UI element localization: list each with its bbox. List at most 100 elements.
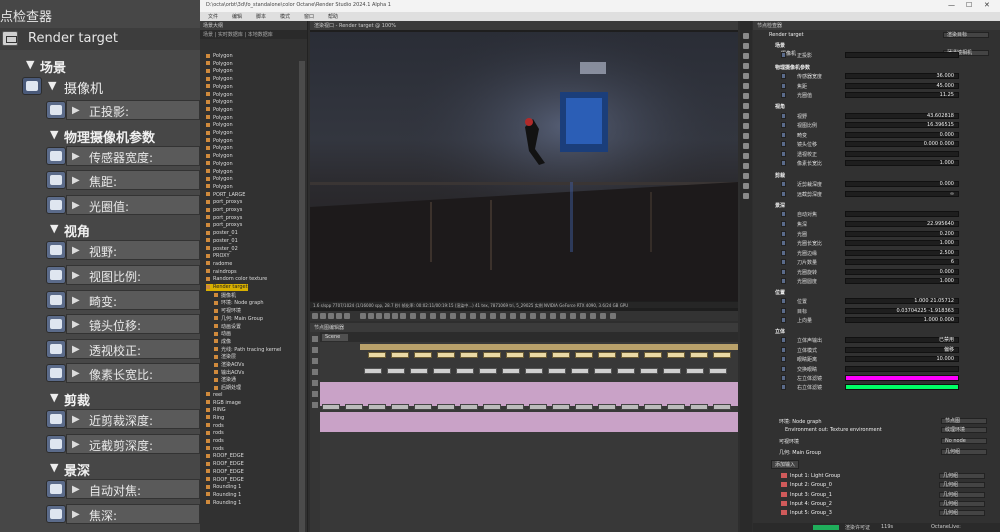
graph-node[interactable] — [667, 352, 685, 358]
param-row[interactable]: ▶ 镜头位移: — [66, 314, 200, 335]
expand-arrow-icon[interactable]: ▶ — [72, 105, 80, 116]
param-type-icon[interactable] — [46, 480, 66, 499]
graph-tool-icon[interactable] — [312, 347, 318, 353]
param-type-icon[interactable] — [781, 356, 786, 362]
outliner-item[interactable]: 渲染层 — [214, 353, 236, 360]
outliner-item[interactable]: 成像 — [214, 338, 231, 345]
param-type-icon[interactable] — [46, 364, 66, 383]
param-value-field[interactable]: 2.500 — [845, 250, 959, 256]
tool-icon[interactable] — [743, 93, 749, 99]
outliner-item[interactable]: port_proxys — [206, 215, 242, 222]
camera-icon[interactable] — [22, 77, 42, 95]
param-type-icon[interactable] — [46, 410, 66, 428]
toolbar-button-icon[interactable] — [490, 313, 496, 319]
param-type-icon[interactable] — [781, 52, 786, 58]
section-header[interactable]: 物理摄像机参数 — [64, 127, 155, 146]
outliner-item[interactable]: 几何: Main Group — [214, 315, 263, 322]
toolbar-button-icon[interactable] — [600, 313, 606, 319]
expand-arrow-icon[interactable]: ▶ — [72, 295, 80, 306]
outliner-item[interactable]: raindrops — [206, 269, 237, 276]
param-value-field[interactable]: 0.000 — [845, 181, 959, 187]
expand-arrow-icon[interactable]: ▶ — [72, 319, 80, 330]
param-row[interactable]: 立体声输出 已禁用 — [753, 337, 1000, 344]
geometry-input-dropdown[interactable]: 几何组 — [939, 491, 985, 498]
outliner-item[interactable]: rods — [206, 423, 224, 430]
outliner-item[interactable]: 后期处理 — [214, 384, 241, 391]
outliner-item[interactable]: Rounding 1 — [206, 500, 241, 507]
outliner-item[interactable]: Polygon — [206, 107, 233, 114]
outliner-item[interactable]: ROOF_EDGE — [206, 453, 244, 460]
param-row[interactable]: 刀片数量 6 — [753, 259, 1000, 266]
section-header[interactable]: 景深 — [64, 460, 90, 479]
tool-icon[interactable] — [743, 123, 749, 129]
graph-node[interactable] — [368, 352, 386, 358]
param-row[interactable]: 正投影 — [753, 52, 1000, 59]
param-type-icon[interactable] — [46, 146, 66, 165]
graph-tool-icon[interactable] — [312, 402, 318, 408]
outliner-tabs[interactable]: 场景 | 实时数据库 | 本地数据库 — [200, 30, 307, 39]
outliner-item[interactable]: ROOF_EDGE — [206, 477, 244, 484]
param-type-icon[interactable] — [46, 101, 66, 119]
outliner-item[interactable]: 环境: Node graph — [214, 299, 264, 306]
outliner-item[interactable]: port_proxys — [206, 207, 242, 214]
param-type-icon[interactable] — [781, 132, 786, 138]
outliner-item[interactable]: Polygon — [206, 145, 233, 152]
toolbar-button-icon[interactable] — [460, 313, 466, 319]
graph-node[interactable] — [552, 352, 570, 358]
graph-node[interactable] — [414, 404, 432, 410]
param-value-field[interactable]: 16.396515 — [845, 122, 959, 128]
param-row[interactable]: 右立体滤镜 — [753, 384, 1000, 391]
outliner-item[interactable]: Polygon — [206, 138, 233, 145]
outliner-item[interactable]: PORT_LARGE — [206, 192, 245, 199]
param-type-icon[interactable] — [781, 122, 786, 128]
expand-arrow-icon[interactable]: ▶ — [72, 439, 80, 450]
geometry-row[interactable]: 几何: Main Group 几何组 — [755, 449, 998, 457]
param-row[interactable]: ▶ 焦距: — [66, 170, 200, 191]
graph-node[interactable] — [709, 368, 727, 374]
param-value-field[interactable]: 43.602818 — [845, 113, 959, 119]
graph-node[interactable] — [483, 352, 501, 358]
expand-arrow-icon[interactable]: ▶ — [72, 414, 80, 425]
toolbar-button-icon[interactable] — [360, 313, 366, 319]
outliner-item[interactable]: Rounding 1 — [206, 484, 241, 491]
geometry-input-dropdown[interactable]: 几何组 — [939, 473, 985, 479]
param-type-icon[interactable] — [46, 339, 66, 358]
param-value-field[interactable]: 偏移 — [845, 347, 959, 353]
param-row[interactable]: 眼睛距离 10.000 — [753, 356, 1000, 363]
param-row[interactable]: 立体模式 偏移 — [753, 347, 1000, 354]
param-value-field[interactable]: 1.000 — [845, 278, 959, 284]
render-target-row[interactable]: Render target 渲染目标 — [755, 32, 998, 40]
param-type-icon[interactable] — [781, 83, 786, 89]
toolbar-button-icon[interactable] — [312, 313, 318, 319]
section-header[interactable]: 视角 — [753, 103, 1000, 110]
tool-icon[interactable] — [743, 113, 749, 119]
geometry-input-dropdown[interactable]: 几何组 — [939, 482, 985, 489]
add-input-button[interactable]: 添加输入 — [771, 460, 800, 469]
param-value-field[interactable] — [845, 384, 959, 390]
outliner-item[interactable]: Rounding 1 — [206, 492, 241, 499]
geometry-input-row[interactable]: Input 4: Group_2 — [781, 500, 949, 507]
param-row[interactable]: 畸变 0.000 — [753, 132, 1000, 139]
graph-node[interactable] — [575, 352, 593, 358]
param-type-icon[interactable] — [781, 221, 786, 227]
graph-node[interactable] — [598, 404, 616, 410]
outliner-item[interactable]: Render target — [206, 284, 248, 291]
graph-node[interactable] — [644, 404, 662, 410]
graph-node[interactable] — [617, 368, 635, 374]
graph-canvas[interactable] — [320, 342, 738, 532]
param-row[interactable]: ▶ 焦深: — [66, 503, 200, 524]
param-type-icon[interactable] — [781, 269, 786, 275]
param-row[interactable]: 焦距 45.000 — [753, 83, 1000, 90]
graph-node[interactable] — [460, 352, 478, 358]
toolbar-button-icon[interactable] — [470, 313, 476, 319]
param-value-field[interactable]: 6 — [845, 259, 959, 265]
param-row[interactable]: 近剪裁深度 0.000 — [753, 181, 1000, 188]
outliner-item[interactable]: Polygon — [206, 99, 233, 106]
expand-triangle-icon[interactable]: ▼ — [26, 58, 34, 71]
visible-environment-dropdown[interactable]: No node — [941, 438, 987, 444]
param-row[interactable]: 光圈值 11.25 — [753, 92, 1000, 99]
environment-sub-dropdown[interactable]: 纹理环境 — [941, 427, 987, 433]
graph-node[interactable] — [433, 368, 451, 374]
outliner-item[interactable]: Random color texture — [206, 276, 267, 283]
graph-node[interactable] — [598, 352, 616, 358]
